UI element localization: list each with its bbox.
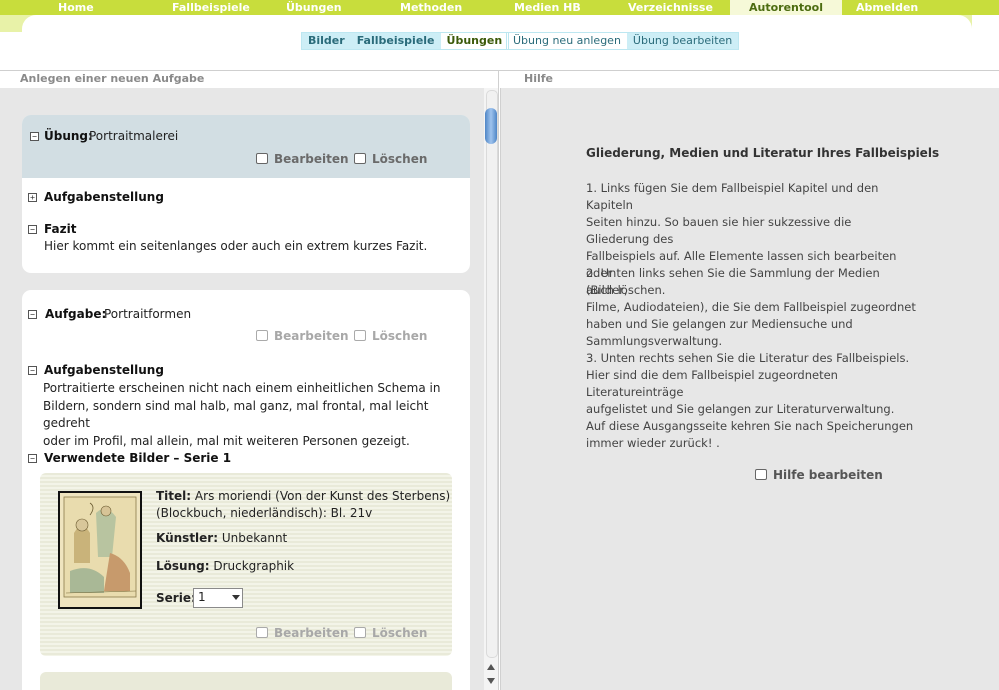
exercise-name: Portraitmalerei <box>89 129 179 143</box>
image-title: Titel: Ars moriendi (Von der Kunst des S… <box>156 489 451 520</box>
trash-icon <box>354 153 366 164</box>
nav-verzeichnisse[interactable]: Verzeichnisse <box>628 0 713 15</box>
image-solution: Lösung: Druckgraphik <box>156 559 295 573</box>
exercise-card: − Übung: Portraitmalerei Bearbeiten Lösc… <box>22 115 470 273</box>
chevron-down-icon <box>232 595 240 600</box>
subnav-actions: Übung neu anlegen Übung bearbeiten <box>506 32 740 50</box>
collapse-icon[interactable]: − <box>28 225 37 234</box>
artwork-image <box>60 493 140 607</box>
scrollbar-thumb[interactable] <box>485 108 497 144</box>
nav-uebungen[interactable]: Übungen <box>286 0 342 15</box>
edit-image-button[interactable]: Bearbeiten <box>256 626 349 640</box>
section-aufgabenstellung[interactable]: Aufgabenstellung <box>44 363 164 377</box>
nav-autorentool[interactable]: Autorentool <box>730 0 842 15</box>
nav-medien-hb[interactable]: Medien HB <box>514 0 581 15</box>
image-entry <box>40 672 452 690</box>
scroll-down-icon[interactable] <box>487 678 495 684</box>
left-column-title: Anlegen einer neuen Aufgabe <box>20 72 205 85</box>
fazit-text: Hier kommt ein seitenlanges oder auch ei… <box>44 239 428 253</box>
task-type-label: Aufgabe: <box>45 307 107 321</box>
delete-image-button[interactable]: Löschen <box>354 626 427 640</box>
nav-fallbeispiele[interactable]: Fallbeispiele <box>172 0 250 15</box>
collapse-icon[interactable]: − <box>30 132 39 141</box>
subnav-uebung-bearbeiten[interactable]: Übung bearbeiten <box>626 33 739 49</box>
nav-home[interactable]: Home <box>58 0 94 15</box>
artwork-thumbnail[interactable] <box>58 491 142 609</box>
help-paragraph-3: 3. Unten rechts sehen Sie die Literatur … <box>586 351 910 416</box>
exercise-type-label: Übung: <box>44 129 93 143</box>
subnav-uebungen[interactable]: Übungen <box>440 33 509 49</box>
trash-icon <box>354 330 366 341</box>
edit-icon <box>256 330 268 341</box>
edit-help-button[interactable]: Hilfe bearbeiten <box>755 468 883 482</box>
collapse-icon[interactable]: − <box>28 366 37 375</box>
series-label: Serie: <box>156 591 196 605</box>
nav-methoden[interactable]: Methoden <box>400 0 462 15</box>
series-select[interactable]: 1 <box>193 588 243 608</box>
image-entry: Titel: Ars moriendi (Von der Kunst des S… <box>40 473 452 656</box>
help-paragraph-4: Auf diese Ausgangsseite kehren Sie nach … <box>586 419 914 450</box>
help-paragraph-2: 2. Unten links sehen Sie die Sammlung de… <box>586 266 916 348</box>
subnav-types: Bilder Fallbeispiele Übungen <box>301 32 510 50</box>
edit-exercise-button[interactable]: Bearbeiten <box>256 152 349 166</box>
delete-task-button[interactable]: Löschen <box>354 329 427 343</box>
task-description: Portraitierte erscheinen nicht nach eine… <box>43 381 441 448</box>
task-editor-panel: − Übung: Portraitmalerei Bearbeiten Lösc… <box>0 88 498 690</box>
edit-icon <box>256 153 268 164</box>
section-fazit[interactable]: Fazit <box>44 222 76 236</box>
subnav-bilder[interactable]: Bilder <box>302 33 351 49</box>
edit-icon <box>755 469 767 480</box>
trash-icon <box>354 627 366 638</box>
collapse-icon[interactable]: − <box>28 454 37 463</box>
section-aufgabenstellung[interactable]: Aufgabenstellung <box>44 190 164 204</box>
expand-icon[interactable]: + <box>28 193 37 202</box>
help-column-title: Hilfe <box>524 72 553 85</box>
delete-exercise-button[interactable]: Löschen <box>354 152 427 166</box>
subnav-fallbeispiele[interactable]: Fallbeispiele <box>351 33 441 49</box>
image-artist: Künstler: Unbekannt <box>156 531 288 545</box>
exercise-card-header <box>22 115 470 178</box>
edit-icon <box>256 627 268 638</box>
task-card: − Aufgabe: Portraitformen Bearbeiten Lös… <box>22 290 470 690</box>
left-scrollbar[interactable] <box>484 88 498 690</box>
task-name: Portraitformen <box>104 307 192 321</box>
subnav-uebung-neu[interactable]: Übung neu anlegen <box>507 33 627 49</box>
help-heading: Gliederung, Medien und Literatur Ihres F… <box>586 146 940 160</box>
edit-task-button[interactable]: Bearbeiten <box>256 329 349 343</box>
section-verwendete-bilder[interactable]: Verwendete Bilder – Serie 1 <box>44 451 231 465</box>
collapse-icon[interactable]: − <box>28 310 37 319</box>
nav-abmelden[interactable]: Abmelden <box>856 0 918 15</box>
scroll-up-icon[interactable] <box>487 664 495 670</box>
